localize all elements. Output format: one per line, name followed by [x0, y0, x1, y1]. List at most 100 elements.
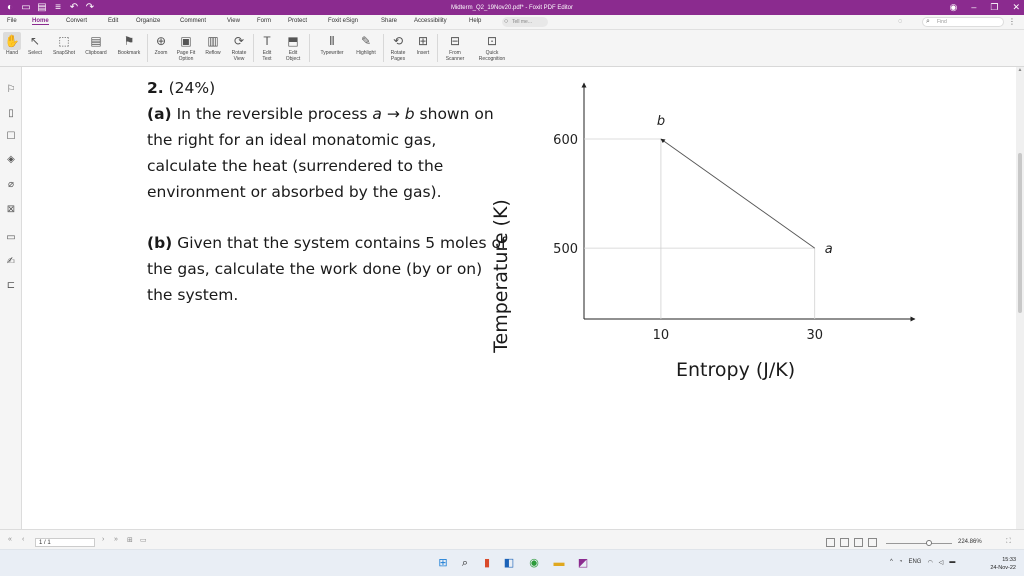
chrome-taskbar-icon[interactable]: ◉ — [527, 556, 541, 570]
question-header: 2. (24%) — [147, 79, 215, 97]
next-page-icon[interactable]: › — [102, 536, 104, 543]
close-icon[interactable]: ✕ — [1012, 0, 1020, 15]
tool-edit-object[interactable]: ⬒ Edit Object — [280, 32, 306, 66]
lightbulb-icon: ○ — [504, 18, 509, 25]
clock-date: 24-Nov-22 — [990, 565, 1016, 571]
menu-share[interactable]: Share — [381, 18, 397, 24]
tool-select[interactable]: ↖ Select — [24, 32, 46, 66]
facing-page-icon[interactable] — [854, 538, 863, 547]
battery-icon[interactable]: ▬ — [949, 559, 955, 566]
account-icon[interactable]: ◉ — [950, 0, 958, 15]
windows-start-icon[interactable]: ⊞ — [436, 556, 450, 570]
continuous-facing-icon[interactable] — [868, 538, 877, 547]
foxit-editor-active-icon[interactable]: ◩ — [576, 556, 590, 570]
menu-file[interactable]: File — [7, 18, 17, 24]
menu-home[interactable]: Home — [32, 18, 49, 25]
bookmark-panel-icon[interactable]: ⚐ — [4, 83, 18, 97]
menu-protect[interactable]: Protect — [288, 18, 307, 24]
ribbon-separator — [383, 34, 384, 62]
fields-panel-icon[interactable]: ▭ — [4, 231, 18, 245]
search-taskbar-icon[interactable]: ⌕ — [458, 556, 472, 570]
tool-typewriter[interactable]: Ⅱ Typewriter — [313, 32, 351, 66]
zoom-slider-track[interactable] — [886, 543, 952, 544]
file-explorer-icon[interactable]: ▬ — [552, 556, 566, 570]
zoom-level[interactable]: 224.86% — [958, 539, 982, 545]
edit-text-icon: T — [263, 34, 271, 48]
tool-bookmark[interactable]: ⚑ Bookmark — [113, 32, 145, 66]
menu-help[interactable]: Help — [469, 18, 481, 24]
wifi-icon[interactable]: ◠ — [927, 559, 932, 566]
tool-rotate-pages[interactable]: ⟲ Rotate Pages — [386, 32, 410, 66]
menu-organize[interactable]: Organize — [136, 18, 160, 24]
last-page-icon[interactable]: » — [114, 536, 118, 543]
menu-convert[interactable]: Convert — [66, 18, 87, 24]
part-a-line-2: the right for an ideal monatomic gas, — [147, 131, 437, 149]
part-a-line-3: calculate the heat (surrendered to the — [147, 157, 444, 175]
continuous-page-icon[interactable] — [840, 538, 849, 547]
volume-icon[interactable]: ◁ — [939, 559, 944, 566]
hand-icon: ✋ — [3, 32, 21, 50]
tool-reflow[interactable]: ▥ Reflow — [201, 32, 225, 66]
fullscreen-icon[interactable]: ⛶ — [1006, 538, 1011, 546]
tray-expand-icon[interactable]: ^ — [890, 559, 893, 566]
menu-edit[interactable]: Edit — [108, 18, 118, 24]
tool-zoom[interactable]: ⊕ Zoom — [150, 32, 172, 66]
tool-insert[interactable]: ⊞ Insert — [412, 32, 434, 66]
menu-view[interactable]: View — [227, 18, 240, 24]
foxit-taskbar-icon[interactable]: ▮ — [480, 556, 494, 570]
tool-clipboard[interactable]: ▤ Clipboard — [80, 32, 112, 66]
page-fit-icon: ▣ — [180, 34, 192, 48]
tool-from-scanner[interactable]: ⊟ From Scanner — [440, 32, 470, 66]
menu-foxit-esign[interactable]: Foxit eSign — [328, 18, 358, 24]
y-tick-label-500: 500 — [553, 242, 578, 257]
prev-page-icon[interactable]: ‹ — [22, 536, 24, 543]
restore-icon[interactable]: ❐ — [990, 0, 998, 15]
ribbon-separator — [147, 34, 148, 62]
network-status-icon[interactable]: ◔ — [899, 559, 903, 566]
scrollbar-thumb[interactable] — [1018, 153, 1022, 313]
content-panel-icon[interactable]: ⊏ — [4, 279, 18, 293]
zoom-slider-knob[interactable] — [926, 540, 932, 546]
first-page-icon[interactable]: « — [8, 536, 12, 543]
more-options-icon[interactable]: ⋮ — [1008, 17, 1016, 26]
vertical-scrollbar[interactable]: ▲ — [1016, 67, 1024, 529]
left-panel: ⚐ ▯ ☐ ◈ ⌀ ⊠ ▭ ✍ ⊏ ▸ — [0, 67, 26, 529]
scroll-up-icon[interactable]: ▲ — [1016, 67, 1024, 73]
notification-icon[interactable]: ◌ — [898, 18, 902, 25]
reflow-icon: ▥ — [207, 34, 219, 48]
tool-rotate-view[interactable]: ⟳ Rotate View — [227, 32, 251, 66]
view-mode-icon[interactable]: ⊞ — [127, 536, 133, 544]
pages-panel-icon[interactable]: ▯ — [4, 107, 18, 121]
windows-taskbar: ⊞ ⌕ ▮ ◧ ◉ ▬ ◩ ^ ◔ ENG ◠ ◁ ▬ 15:33 24-Nov… — [0, 549, 1024, 576]
status-bar: « ‹ 1 / 1 › » ⊞ ▭ 224.86% ⛶ — [0, 529, 1024, 549]
find-input[interactable]: ⌕ Find — [922, 17, 1004, 27]
page-number-input[interactable]: 1 / 1 — [35, 538, 95, 547]
menu-accessibility[interactable]: Accessibility — [414, 18, 447, 24]
tell-me-search[interactable]: ○ Tell me... — [502, 17, 548, 27]
tool-hand[interactable]: ✋ Hand — [3, 32, 21, 66]
tool-page-fit[interactable]: ▣ Page Fit Option — [173, 32, 199, 66]
part-b-line-1: (b) Given that the system contains 5 mol… — [147, 234, 507, 252]
single-page-icon[interactable] — [826, 538, 835, 547]
tell-me-placeholder: Tell me... — [512, 19, 533, 25]
menu-comment[interactable]: Comment — [180, 18, 206, 24]
language-indicator[interactable]: ENG — [908, 559, 921, 566]
outlook-taskbar-icon[interactable]: ◧ — [502, 556, 516, 570]
comments-panel-icon[interactable]: ☐ — [4, 130, 18, 144]
zoom-icon: ⊕ — [155, 34, 167, 48]
layers-panel-icon[interactable]: ◈ — [4, 153, 18, 167]
tool-quick-recognition[interactable]: ⊡ Quick Recognition — [473, 32, 511, 66]
security-panel-icon[interactable]: ⊠ — [4, 203, 18, 217]
document-view[interactable]: 2. (24%) (a) In the reversible process a… — [22, 67, 1016, 529]
signature-panel-icon[interactable]: ✍ — [4, 255, 18, 269]
menu-form[interactable]: Form — [257, 18, 271, 24]
attachments-panel-icon[interactable]: ⌀ — [4, 178, 18, 192]
tool-highlight[interactable]: ✎ Highlight — [352, 32, 380, 66]
tool-edit-text[interactable]: T Edit Text — [256, 32, 278, 66]
clipboard-icon: ▤ — [90, 34, 102, 48]
tool-snapshot[interactable]: ⬚ SnapShot — [48, 32, 80, 66]
taskbar-clock[interactable]: 15:33 24-Nov-22 — [982, 556, 1016, 572]
search-icon: ⌕ — [926, 18, 930, 25]
page-view-icon[interactable]: ▭ — [140, 536, 147, 544]
minimize-icon[interactable]: – — [971, 0, 976, 15]
